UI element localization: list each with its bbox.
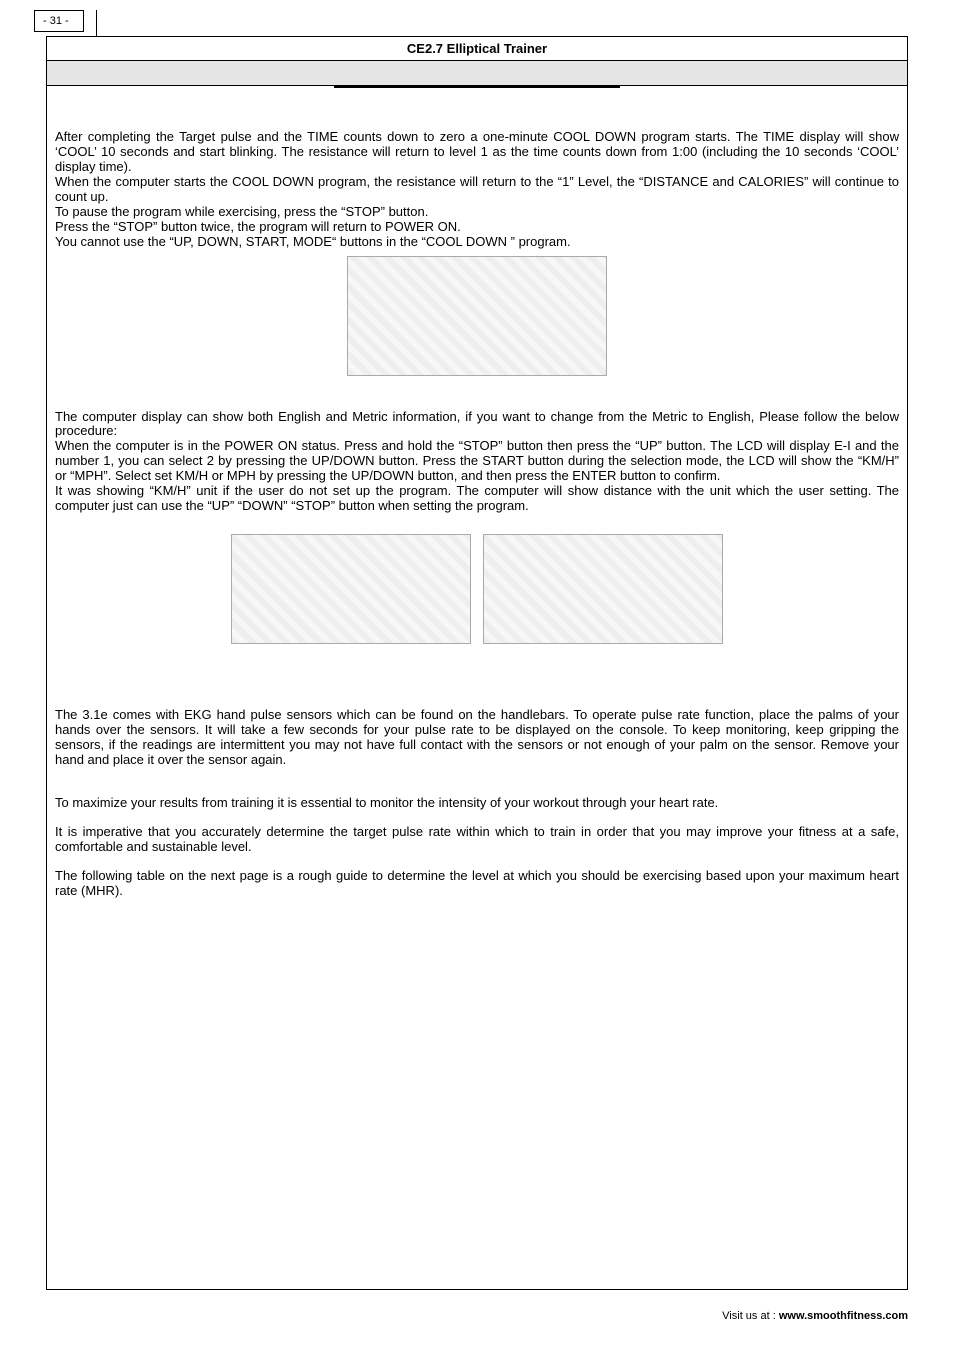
paragraph-8: It was showing “KM/H” unit if the user d…	[55, 484, 899, 514]
footer-url: www.smoothfitness.com	[779, 1310, 908, 1322]
paragraph-9: The 3.1e comes with EKG hand pulse senso…	[55, 708, 899, 768]
paragraph-12: The following table on the next page is …	[55, 869, 899, 899]
paragraph-2: When the computer starts the COOL DOWN p…	[55, 175, 899, 205]
page-number-separator	[96, 10, 97, 36]
paragraph-10: To maximize your results from training i…	[55, 796, 899, 811]
paragraph-4: Press the “STOP” button twice, the progr…	[55, 220, 899, 235]
paragraph-11: It is imperative that you accurately det…	[55, 825, 899, 855]
console-image-row	[55, 528, 899, 650]
paragraph-1: After completing the Target pulse and th…	[55, 130, 899, 175]
paragraph-5: You cannot use the “UP, DOWN, START, MOD…	[55, 235, 899, 250]
paragraph-6: The computer display can show both Engli…	[55, 410, 899, 440]
console-image-mph	[231, 534, 471, 644]
paragraph-3: To pause the program while exercising, p…	[55, 205, 899, 220]
console-image-cool	[347, 256, 607, 376]
console-image-kmh	[483, 534, 723, 644]
body-content: After completing the Target pulse and th…	[55, 130, 899, 899]
page-number: - 31 -	[34, 10, 84, 32]
header-title: CE2.7 Elliptical Trainer	[46, 36, 908, 61]
footer-prefix: Visit us at :	[722, 1310, 779, 1322]
paragraph-7: When the computer is in the POWER ON sta…	[55, 439, 899, 484]
footer: Visit us at : www.smoothfitness.com	[0, 1310, 908, 1322]
